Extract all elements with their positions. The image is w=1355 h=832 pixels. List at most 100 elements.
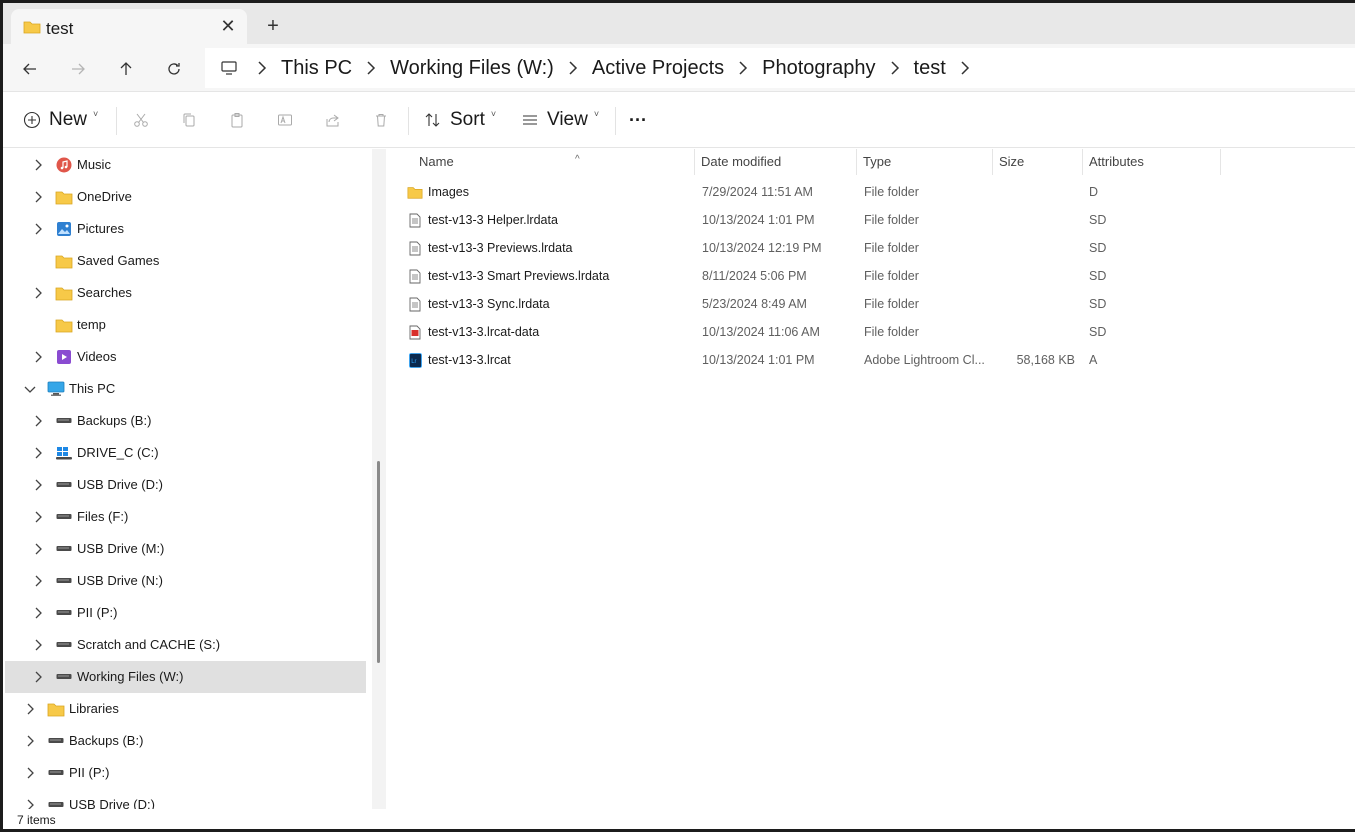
nav-item[interactable]: USB Drive (D:)	[5, 789, 366, 809]
navigation-pane[interactable]: Music OneDrive Pictures Saved Games Searches…	[3, 149, 369, 809]
breadcrumb-photography[interactable]: Photography	[758, 48, 879, 88]
close-tab-icon[interactable]: ✕	[217, 15, 239, 37]
chevron-right-icon[interactable]	[32, 542, 44, 556]
chevron-right-icon[interactable]	[728, 48, 758, 88]
computer-icon[interactable]	[211, 48, 247, 88]
file-row[interactable]: test-v13-3.lrcat-data 10/13/2024 11:06 AM…	[403, 318, 1223, 346]
drive-icon	[55, 572, 73, 590]
chevron-right-icon[interactable]	[32, 414, 44, 428]
refresh-icon	[168, 63, 180, 75]
nav-item[interactable]: Pictures	[5, 213, 366, 245]
nav-item[interactable]: Libraries	[5, 693, 366, 725]
paste-icon[interactable]	[227, 110, 247, 130]
tab-test[interactable]: test ✕	[11, 9, 247, 45]
nav-item[interactable]: temp	[5, 309, 366, 341]
file-list[interactable]: Name ^ Date modified Type Size Attribute…	[387, 149, 1355, 809]
chevron-right-icon[interactable]	[32, 606, 44, 620]
chevron-right-icon[interactable]	[32, 510, 44, 524]
view-button[interactable]: View ˅	[521, 103, 599, 137]
delete-icon[interactable]	[371, 110, 391, 130]
column-name[interactable]: Name ^	[413, 149, 695, 175]
chevron-right-icon[interactable]	[32, 638, 44, 652]
refresh-button[interactable]	[161, 56, 187, 82]
chevron-right-icon[interactable]	[24, 734, 36, 748]
back-button[interactable]	[17, 56, 43, 82]
nav-item[interactable]: PII (P:)	[5, 597, 366, 629]
breadcrumb-working-files[interactable]: Working Files (W:)	[386, 48, 558, 88]
chevron-right-icon[interactable]	[32, 574, 44, 588]
chevron-right-icon[interactable]	[32, 190, 44, 204]
more-options-button[interactable]: ···	[629, 103, 647, 137]
nav-item-label: PII (P:)	[69, 765, 110, 780]
file-row[interactable]: Images 7/29/2024 11:51 AM File folder D	[403, 178, 1223, 206]
column-attributes[interactable]: Attributes	[1083, 149, 1221, 175]
file-row[interactable]: test-v13-3 Sync.lrdata 5/23/2024 8:49 AM F…	[403, 290, 1223, 318]
nav-item[interactable]: Files (F:)	[5, 501, 366, 533]
chevron-right-icon[interactable]	[24, 766, 36, 780]
nav-item-label: Searches	[77, 285, 132, 300]
breadcrumb-active-projects[interactable]: Active Projects	[588, 48, 728, 88]
breadcrumb-this-pc[interactable]: This PC	[277, 48, 356, 88]
up-button[interactable]	[113, 56, 139, 82]
lightroom-catalog-icon: Lr	[407, 351, 423, 369]
nav-item[interactable]: USB Drive (D:)	[5, 469, 366, 501]
nav-item-label: Backups (B:)	[77, 413, 152, 428]
column-type[interactable]: Type	[857, 149, 993, 175]
chevron-right-icon[interactable]	[32, 286, 44, 300]
nav-item-label: Videos	[77, 349, 117, 364]
chevron-right-icon[interactable]	[32, 478, 44, 492]
chevron-right-icon[interactable]	[32, 158, 44, 172]
nav-item[interactable]: Backups (B:)	[5, 405, 366, 437]
nav-item[interactable]: Videos	[5, 341, 366, 373]
breadcrumb[interactable]: This PC Working Files (W:) Active Projec…	[205, 48, 1355, 88]
file-row[interactable]: test-v13-3 Smart Previews.lrdata 8/11/202…	[403, 262, 1223, 290]
file-row[interactable]: Lr test-v13-3.lrcat 10/13/2024 1:01 PM Adob…	[403, 346, 1223, 374]
nav-item[interactable]: Working Files (W:)	[5, 661, 366, 693]
nav-item[interactable]: PII (P:)	[5, 757, 366, 789]
chevron-right-icon[interactable]	[950, 48, 980, 88]
nav-item[interactable]: OneDrive	[5, 181, 366, 213]
chevron-right-icon[interactable]	[32, 350, 44, 364]
folder-icon	[407, 183, 423, 201]
file-date-modified: 10/13/2024 11:06 AM	[702, 325, 820, 339]
column-date-modified[interactable]: Date modified	[695, 149, 857, 175]
chevron-right-icon[interactable]	[247, 48, 277, 88]
nav-item[interactable]: This PC	[5, 373, 366, 405]
nav-item[interactable]: Music	[5, 149, 366, 181]
rename-icon[interactable]	[275, 110, 295, 130]
nav-item[interactable]: Backups (B:)	[5, 725, 366, 757]
chevron-down-icon[interactable]	[24, 382, 36, 396]
chevron-right-icon[interactable]	[24, 702, 36, 716]
nav-item[interactable]: USB Drive (N:)	[5, 565, 366, 597]
forward-button[interactable]	[65, 56, 91, 82]
nav-scrollbar-thumb[interactable]	[377, 461, 380, 663]
new-tab-button[interactable]: +	[262, 15, 284, 37]
sort-button[interactable]: Sort ˅	[424, 103, 496, 137]
file-attributes: SD	[1089, 269, 1107, 283]
column-size[interactable]: Size	[993, 149, 1083, 175]
nav-item[interactable]: Searches	[5, 277, 366, 309]
nav-item[interactable]: Scratch and CACHE (S:)	[5, 629, 366, 661]
chevron-right-icon[interactable]	[32, 670, 44, 684]
chevron-right-icon[interactable]	[558, 48, 588, 88]
chevron-right-icon[interactable]	[24, 798, 36, 809]
nav-item[interactable]: USB Drive (M:)	[5, 533, 366, 565]
chevron-right-icon[interactable]	[356, 48, 386, 88]
new-button[interactable]: New ˅	[23, 103, 98, 137]
breadcrumb-test[interactable]: test	[910, 48, 950, 88]
file-row[interactable]: test-v13-3 Previews.lrdata 10/13/2024 12:…	[403, 234, 1223, 262]
file-attributes: SD	[1089, 297, 1107, 311]
copy-icon[interactable]	[179, 110, 199, 130]
file-row[interactable]: test-v13-3 Helper.lrdata 10/13/2024 1:01 …	[403, 206, 1223, 234]
chevron-right-icon[interactable]	[32, 446, 44, 460]
nav-item-label: USB Drive (M:)	[77, 541, 165, 556]
chevron-right-icon[interactable]	[880, 48, 910, 88]
drive-icon	[55, 476, 73, 494]
nav-item[interactable]: Saved Games	[5, 245, 366, 277]
share-icon[interactable]	[323, 110, 343, 130]
chevron-right-icon[interactable]	[32, 222, 44, 236]
nav-scrollbar[interactable]	[372, 149, 386, 809]
nav-item[interactable]: DRIVE_C (C:)	[5, 437, 366, 469]
drive-icon	[55, 412, 73, 430]
cut-icon[interactable]	[131, 110, 151, 130]
